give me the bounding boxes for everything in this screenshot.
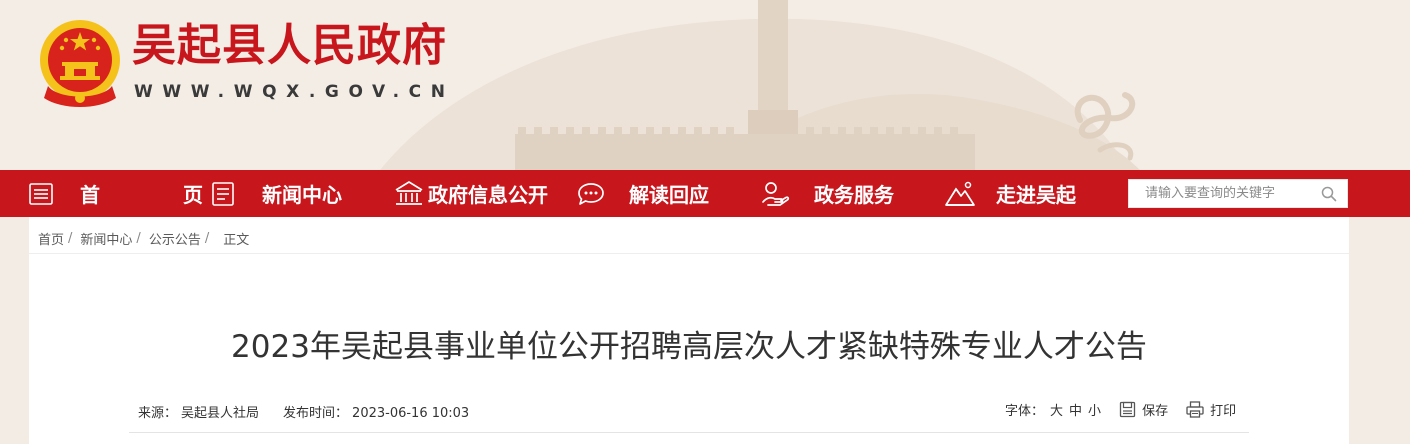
search-box xyxy=(1128,179,1348,208)
meta-divider xyxy=(129,432,1249,433)
font-size-large-button[interactable]: 大 xyxy=(1050,400,1063,419)
nav-label-news: 新闻中心 xyxy=(262,183,342,207)
breadcrumb-link-news[interactable]: 新闻中心 xyxy=(80,229,132,248)
search-input[interactable] xyxy=(1129,180,1315,207)
nav-item-about[interactable]: 走进吴起 xyxy=(944,170,1076,217)
breadcrumb: 首页 / 新闻中心 / 公示公告 / 正文 xyxy=(38,229,249,248)
nav-item-news[interactable]: 新闻中心 xyxy=(210,170,342,217)
national-emblem-logo xyxy=(40,20,120,107)
nav-label-gov-info: 政府信息公开 xyxy=(428,183,548,207)
save-button[interactable]: 保存 xyxy=(1119,400,1168,419)
save-icon xyxy=(1119,401,1136,418)
nav-item-interpretation[interactable]: 解读回应 xyxy=(577,170,709,217)
breadcrumb-link-home[interactable]: 首页 xyxy=(38,229,64,248)
chat-icon xyxy=(578,182,604,205)
site-header: 吴起县人民政府 WWW.WQX.GOV.CN xyxy=(0,0,1410,170)
breadcrumb-separator: / xyxy=(136,231,141,246)
breadcrumb-current: 正文 xyxy=(223,233,250,248)
nav-label-interpretation: 解读回应 xyxy=(629,183,709,207)
font-size-small-button[interactable]: 小 xyxy=(1088,400,1101,419)
breadcrumb-divider xyxy=(29,253,1349,254)
breadcrumb-link-notices[interactable]: 公示公告 xyxy=(149,229,201,248)
nav-label-services: 政务服务 xyxy=(814,183,894,207)
article-meta: 来源： 吴起县人社局 发布时间： 2023-06-16 10:03 xyxy=(138,402,473,421)
article-title: 2023年吴起县事业单位公开招聘高层次人才紧缺特殊专业人才公告 xyxy=(231,329,1147,365)
search-icon[interactable] xyxy=(1321,186,1337,202)
site-url: WWW.WQX.GOV.CN xyxy=(134,82,455,102)
save-label: 保存 xyxy=(1142,404,1169,419)
source-label: 来源： xyxy=(138,406,178,421)
printer-icon xyxy=(1186,401,1204,418)
main-navigation: 首 页 新闻中心 政府信息公开 解读回应 政务服务 走进吴起 请输入要查询的关键… xyxy=(0,170,1410,217)
news-icon xyxy=(212,181,234,206)
publish-time-label: 发布时间： xyxy=(283,406,349,421)
source-value: 吴起县人社局 xyxy=(181,406,260,421)
article-tools: 字体： 大 中 小 保存 打印 xyxy=(1005,400,1236,419)
hand-service-icon xyxy=(762,181,790,206)
list-icon xyxy=(29,182,53,205)
font-size-label: 字体： xyxy=(1005,404,1045,419)
breadcrumb-separator: / xyxy=(68,231,73,246)
nav-item-gov-info[interactable]: 政府信息公开 xyxy=(394,170,548,217)
mountain-icon xyxy=(945,181,975,206)
building-icon xyxy=(395,180,423,205)
publish-time-value: 2023-06-16 10:03 xyxy=(352,406,470,421)
breadcrumb-separator: / xyxy=(204,231,210,246)
nav-item-services[interactable]: 政务服务 xyxy=(760,170,894,217)
nav-label-about: 走进吴起 xyxy=(996,183,1076,207)
print-button[interactable]: 打印 xyxy=(1186,400,1236,419)
font-size-medium-button[interactable]: 中 xyxy=(1069,400,1082,419)
article-container: 首页 / 新闻中心 / 公示公告 / 正文 2023年吴起县事业单位公开招聘高层… xyxy=(29,217,1349,444)
print-label: 打印 xyxy=(1210,404,1237,419)
site-title: 吴起县人民政府 xyxy=(132,20,447,71)
